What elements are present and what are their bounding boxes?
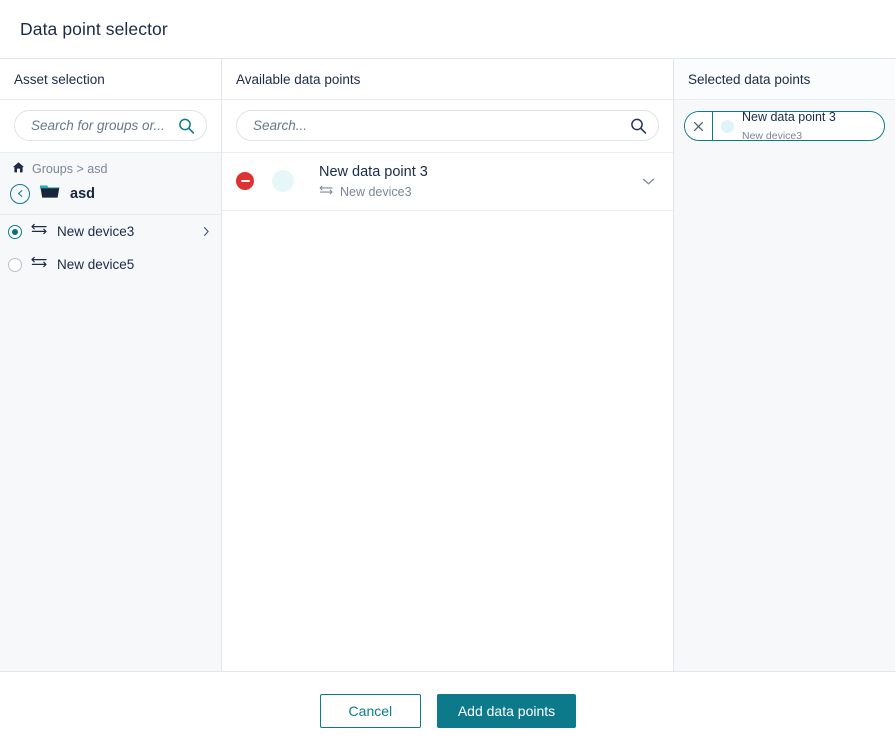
current-folder-name: asd — [70, 185, 95, 202]
device-exchange-icon — [319, 184, 334, 199]
data-point-title: New data point 3 — [319, 164, 428, 180]
asset-search-box[interactable] — [14, 110, 207, 141]
close-icon[interactable] — [685, 112, 713, 140]
asset-selection-panel: Asset selection Search for groups or... … — [0, 59, 222, 671]
selected-data-points-header: Selected data points — [674, 59, 895, 100]
asset-search-wrap — [0, 100, 221, 153]
selected-data-point-chip[interactable]: New data point 3 New device3 — [684, 111, 885, 141]
breadcrumb[interactable]: Groups > asd — [10, 161, 209, 177]
data-point-selector-dialog: Data point selector Asset selection Sear… — [0, 0, 896, 750]
datapoint-search-wrap — [222, 100, 673, 153]
chip-title: New data point 3 — [742, 111, 836, 124]
selected-data-points-list: New data point 3 New device3 — [674, 100, 895, 671]
minus-circle-icon[interactable] — [236, 172, 254, 190]
add-data-points-button[interactable]: Add data points — [436, 694, 577, 728]
selected-data-points-panel: Selected data points New data point 3 Ne… — [674, 59, 895, 671]
available-data-points-list: New data point 3 New device3 — [222, 153, 673, 671]
current-folder-row: asd — [10, 182, 209, 205]
data-point-subtitle: New device3 — [340, 184, 412, 199]
data-point-texts: New data point 3 New device3 — [319, 163, 642, 199]
chevron-right-icon[interactable] — [202, 226, 211, 237]
chip-color-swatch — [721, 119, 734, 133]
asset-selection-header: Asset selection — [0, 59, 221, 100]
device-exchange-icon — [31, 222, 48, 241]
home-icon[interactable] — [12, 161, 25, 177]
search-input[interactable] — [237, 111, 658, 140]
dialog-footer: Cancel Add data points — [0, 672, 896, 750]
asset-row-new-device3[interactable]: New device3 — [0, 215, 221, 248]
chevron-left-icon[interactable] — [10, 183, 30, 204]
page-title: Data point selector — [20, 18, 168, 39]
chip-body: New data point 3 New device3 — [713, 112, 884, 140]
asset-row-new-device5[interactable]: New device5 — [0, 248, 221, 281]
data-point-color-swatch — [272, 170, 294, 192]
breadcrumb-block: Groups > asd asd — [0, 153, 221, 215]
asset-radio-new-device5[interactable] — [8, 257, 22, 272]
data-point-row[interactable]: New data point 3 New device3 — [222, 153, 673, 211]
chip-texts: New data point 3 New device3 — [742, 111, 874, 141]
available-data-points-header: Available data points — [222, 59, 673, 100]
panels-container: Asset selection Search for groups or... … — [0, 59, 896, 672]
search-icon[interactable] — [630, 117, 647, 134]
device-exchange-icon — [31, 255, 48, 274]
chevron-down-icon[interactable] — [642, 177, 655, 186]
asset-radio-new-device3[interactable] — [8, 224, 22, 239]
datapoint-search-box[interactable] — [236, 110, 659, 141]
folder-icon — [39, 182, 61, 205]
data-point-subtitle-row: New device3 — [319, 184, 642, 199]
asset-tree-body: Groups > asd asd New device3 New device5 — [0, 153, 221, 671]
asset-list: New device3 New device5 — [0, 215, 221, 281]
asset-label: New device5 — [57, 257, 135, 272]
asset-label: New device3 — [57, 224, 135, 239]
available-data-points-panel: Available data points Search... New data… — [222, 59, 674, 671]
breadcrumb-path[interactable]: Groups > asd — [32, 162, 107, 176]
dialog-titlebar: Data point selector — [0, 0, 896, 59]
chip-subtitle: New device3 — [742, 130, 803, 141]
cancel-button[interactable]: Cancel — [319, 694, 421, 728]
search-icon[interactable] — [178, 117, 195, 134]
